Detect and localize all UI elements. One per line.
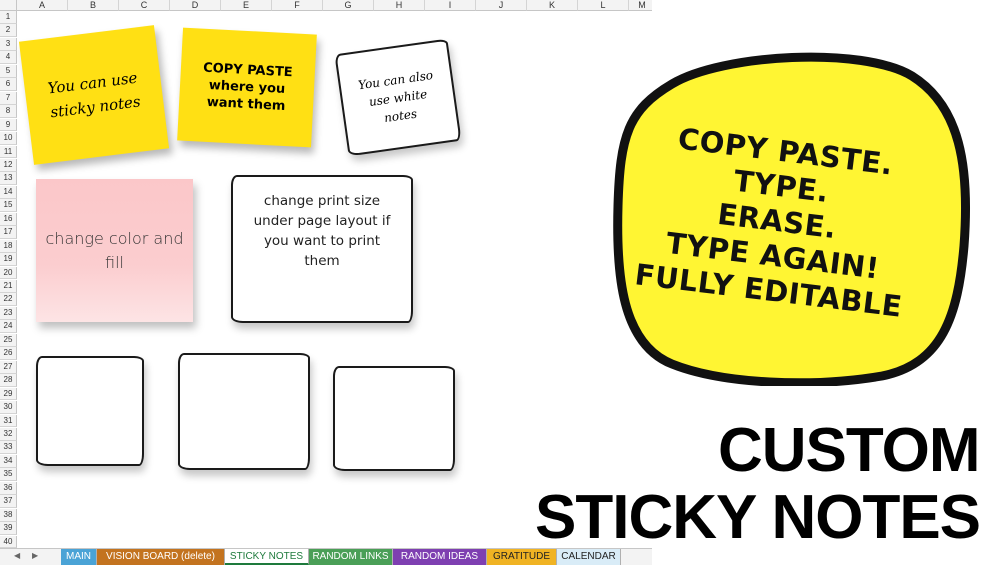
row-header-38[interactable]: 38 <box>0 508 17 522</box>
column-header-d[interactable]: D <box>170 0 221 11</box>
column-header-g[interactable]: G <box>323 0 374 11</box>
row-header-10[interactable]: 10 <box>0 132 17 145</box>
sticky-note-white-1[interactable]: You can also use white notes <box>334 38 462 157</box>
row-header-34[interactable]: 34 <box>0 454 17 468</box>
row-header-26[interactable]: 26 <box>0 347 17 361</box>
column-header-h[interactable]: H <box>374 0 425 11</box>
sheet-tab-calendar[interactable]: CALENDAR <box>557 549 621 565</box>
sticky-note-white-2[interactable]: change print size under page layout if y… <box>231 175 413 323</box>
row-header-4[interactable]: 4 <box>0 51 17 65</box>
row-header-5[interactable]: 5 <box>0 64 17 78</box>
row-header-36[interactable]: 36 <box>0 481 17 495</box>
row-header-31[interactable]: 31 <box>0 414 17 428</box>
note-text: You can use sticky notes <box>46 68 142 122</box>
row-header-28[interactable]: 28 <box>0 374 17 388</box>
row-header-2[interactable]: 2 <box>0 24 17 38</box>
column-header-m[interactable]: M <box>629 0 652 11</box>
row-header-21[interactable]: 21 <box>0 280 17 293</box>
row-header-20[interactable]: 20 <box>0 266 17 280</box>
tab-scroll-right-icon[interactable]: ▶ <box>32 551 38 560</box>
column-header-l[interactable]: L <box>578 0 629 11</box>
row-header-39[interactable]: 39 <box>0 522 17 535</box>
column-header-c[interactable]: C <box>119 0 170 11</box>
note-text: change color and fill <box>45 228 184 272</box>
row-header-24[interactable]: 24 <box>0 320 17 334</box>
row-header-22[interactable]: 22 <box>0 293 17 307</box>
row-header-1[interactable]: 1 <box>0 11 17 24</box>
select-all-corner[interactable] <box>0 0 17 11</box>
row-header-18[interactable]: 18 <box>0 239 17 253</box>
row-header-32[interactable]: 32 <box>0 427 17 441</box>
row-header-12[interactable]: 12 <box>0 158 17 172</box>
row-header-25[interactable]: 25 <box>0 333 17 347</box>
row-header-33[interactable]: 33 <box>0 441 17 455</box>
sticky-note-yellow-2[interactable]: COPY PASTE where you want them <box>177 27 317 148</box>
sticky-note-blank-3[interactable] <box>333 366 455 471</box>
note-text: change print size under page layout if y… <box>253 193 391 269</box>
column-header-a[interactable]: A <box>17 0 68 11</box>
row-header-11[interactable]: 11 <box>0 145 17 159</box>
sticky-note-pink[interactable]: change color and fill <box>36 179 193 322</box>
row-header-13[interactable]: 13 <box>0 172 17 186</box>
sheet-tab-bar: ◀ ▶ MAIN VISION BOARD (delete) STICKY NOTE… <box>0 548 652 565</box>
row-header-35[interactable]: 35 <box>0 468 17 482</box>
sheet-tab-main[interactable]: MAIN <box>61 549 97 565</box>
row-header-9[interactable]: 9 <box>0 118 17 132</box>
column-header-j[interactable]: J <box>476 0 527 11</box>
callout-text: COPY PASTE. TYPE. ERASE. TYPE AGAIN! FUL… <box>621 87 934 355</box>
sticky-note-blank-1[interactable] <box>36 356 144 466</box>
sheet-tab-sticky-notes[interactable]: STICKY NOTES <box>225 549 309 565</box>
headline-line-2: STICKY NOTES <box>535 483 981 552</box>
note-text: You can also use white notes <box>357 67 434 125</box>
row-header-16[interactable]: 16 <box>0 212 17 226</box>
row-header-17[interactable]: 17 <box>0 226 17 240</box>
sticky-note-yellow-1[interactable]: You can use sticky notes <box>18 25 170 165</box>
sheet-tab-gratitude[interactable]: GRATITUDE <box>487 549 557 565</box>
row-header-3[interactable]: 3 <box>0 37 17 51</box>
row-header-15[interactable]: 15 <box>0 199 17 213</box>
row-header-6[interactable]: 6 <box>0 78 17 92</box>
sticky-note-blank-2[interactable] <box>178 353 310 470</box>
row-header-7[interactable]: 7 <box>0 91 17 105</box>
row-header-14[interactable]: 14 <box>0 185 17 199</box>
row-header-40[interactable]: 40 <box>0 535 17 548</box>
headline-line-1: CUSTOM <box>718 416 981 485</box>
row-header-27[interactable]: 27 <box>0 360 17 374</box>
sheet-tab-random-ideas[interactable]: RANDOM IDEAS <box>393 549 487 565</box>
row-header-23[interactable]: 23 <box>0 306 17 320</box>
row-header-30[interactable]: 30 <box>0 401 17 414</box>
column-header-b[interactable]: B <box>68 0 119 11</box>
note-text: COPY PASTE where you want them <box>202 60 294 115</box>
sheet-tab-vision-board-delete[interactable]: VISION BOARD (delete) <box>97 549 225 565</box>
tab-scroll-left-icon[interactable]: ◀ <box>14 551 20 560</box>
sheet-tab-random-links[interactable]: RANDOM LINKS <box>309 549 393 565</box>
row-header-19[interactable]: 19 <box>0 253 17 266</box>
column-header-k[interactable]: K <box>527 0 578 11</box>
row-header-37[interactable]: 37 <box>0 495 17 509</box>
row-header-29[interactable]: 29 <box>0 387 17 401</box>
spreadsheet-grid[interactable]: ABCDEFGHIJKLM 1 2 3 4 5 6 7 8 9 10 11 12 13 14 15 16 17 1… <box>0 0 652 548</box>
column-header-i[interactable]: I <box>425 0 476 11</box>
column-header-e[interactable]: E <box>221 0 272 11</box>
row-header-8[interactable]: 8 <box>0 105 17 119</box>
column-header-f[interactable]: F <box>272 0 323 11</box>
